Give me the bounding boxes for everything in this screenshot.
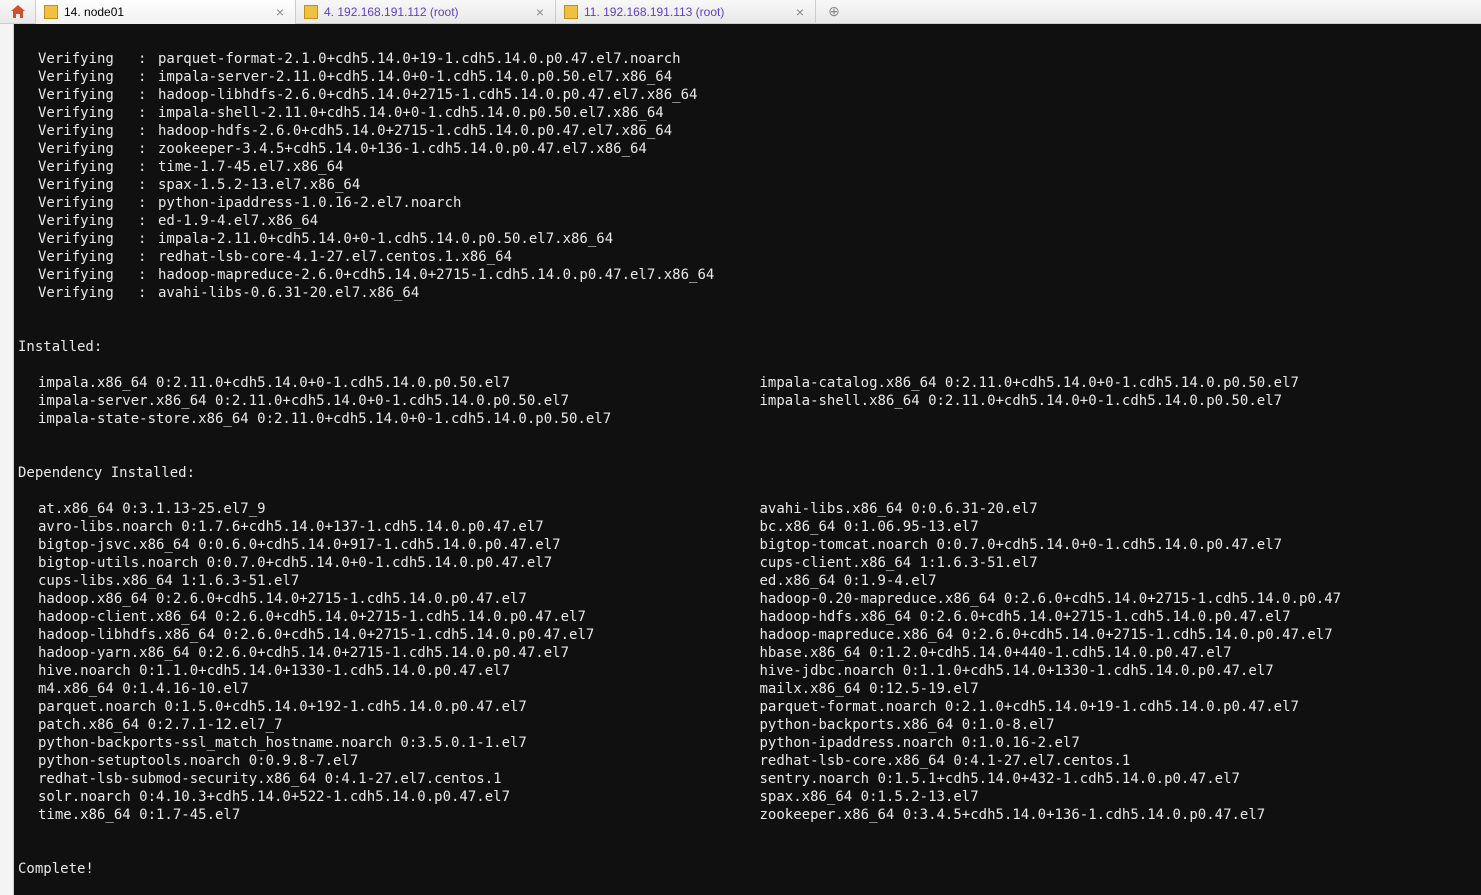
dependency-item: bigtop-utils.noarch 0:0.7.0+cdh5.14.0+0-… [38, 554, 760, 572]
terminal-icon [304, 5, 318, 19]
dependency-item: cups-libs.x86_64 1:1.6.3-51.el7 [38, 572, 760, 590]
complete-message: Complete! [18, 860, 1481, 878]
verify-line: Verifying: impala-server-2.11.0+cdh5.14.… [18, 68, 1481, 86]
installed-item: impala-server.x86_64 0:2.11.0+cdh5.14.0+… [38, 392, 760, 410]
dependency-item: bc.x86_64 0:1.06.95-13.el7 [760, 518, 1481, 536]
close-icon[interactable]: × [533, 5, 547, 19]
verify-line: Verifying: hadoop-mapreduce-2.6.0+cdh5.1… [18, 266, 1481, 284]
dependency-item: patch.x86_64 0:2.7.1-12.el7_7 [38, 716, 760, 734]
installed-item: impala-shell.x86_64 0:2.11.0+cdh5.14.0+0… [760, 392, 1481, 410]
verify-line: Verifying: python-ipaddress-1.0.16-2.el7… [18, 194, 1481, 212]
terminal-icon [564, 5, 578, 19]
tab-label: 11. 192.168.191.113 (root) [584, 5, 793, 19]
tab-label: 14. node01 [64, 5, 273, 19]
dependency-item: python-backports.x86_64 0:1.0-8.el7 [760, 716, 1481, 734]
installed-list: impala.x86_64 0:2.11.0+cdh5.14.0+0-1.cdh… [18, 374, 1481, 428]
verify-line: Verifying: impala-shell-2.11.0+cdh5.14.0… [18, 104, 1481, 122]
dependency-item: sentry.noarch 0:1.5.1+cdh5.14.0+432-1.cd… [760, 770, 1481, 788]
tab-2[interactable]: 11. 192.168.191.113 (root)× [556, 0, 816, 24]
dependency-item: python-setuptools.noarch 0:0.9.8-7.el7 [38, 752, 760, 770]
dependency-item: mailx.x86_64 0:12.5-19.el7 [760, 680, 1481, 698]
dependency-item: avahi-libs.x86_64 0:0.6.31-20.el7 [760, 500, 1481, 518]
dependency-item: redhat-lsb-core.x86_64 0:4.1-27.el7.cent… [760, 752, 1481, 770]
dependency-item: hive.noarch 0:1.1.0+cdh5.14.0+1330-1.cdh… [38, 662, 760, 680]
dependency-item: zookeeper.x86_64 0:3.4.5+cdh5.14.0+136-1… [760, 806, 1481, 824]
verify-line: Verifying: hadoop-hdfs-2.6.0+cdh5.14.0+2… [18, 122, 1481, 140]
verify-line: Verifying: spax-1.5.2-13.el7.x86_64 [18, 176, 1481, 194]
dependency-item: hadoop.x86_64 0:2.6.0+cdh5.14.0+2715-1.c… [38, 590, 760, 608]
dependency-item: hadoop-client.x86_64 0:2.6.0+cdh5.14.0+2… [38, 608, 760, 626]
installed-item: impala.x86_64 0:2.11.0+cdh5.14.0+0-1.cdh… [38, 374, 760, 392]
dependency-item: m4.x86_64 0:1.4.16-10.el7 [38, 680, 760, 698]
dependency-item: python-ipaddress.noarch 0:1.0.16-2.el7 [760, 734, 1481, 752]
dependency-item: avro-libs.noarch 0:1.7.6+cdh5.14.0+137-1… [38, 518, 760, 536]
dependency-item: parquet-format.noarch 0:2.1.0+cdh5.14.0+… [760, 698, 1481, 716]
dependency-item: hive-jdbc.noarch 0:1.1.0+cdh5.14.0+1330-… [760, 662, 1481, 680]
dependency-item: spax.x86_64 0:1.5.2-13.el7 [760, 788, 1481, 806]
verify-line: Verifying: hadoop-libhdfs-2.6.0+cdh5.14.… [18, 86, 1481, 104]
dependency-item: hadoop-0.20-mapreduce.x86_64 0:2.6.0+cdh… [760, 590, 1481, 608]
verify-line: Verifying: time-1.7-45.el7.x86_64 [18, 158, 1481, 176]
dependency-item: hadoop-hdfs.x86_64 0:2.6.0+cdh5.14.0+271… [760, 608, 1481, 626]
dependency-item: at.x86_64 0:3.1.13-25.el7_9 [38, 500, 760, 518]
dependency-item: ed.x86_64 0:1.9-4.el7 [760, 572, 1481, 590]
dependency-item: bigtop-tomcat.noarch 0:0.7.0+cdh5.14.0+0… [760, 536, 1481, 554]
close-icon[interactable]: × [273, 5, 287, 19]
new-tab-button[interactable]: ⊕ [816, 0, 852, 24]
installed-item [760, 410, 1481, 428]
verify-line: Verifying: impala-2.11.0+cdh5.14.0+0-1.c… [18, 230, 1481, 248]
tab-label: 4. 192.168.191.112 (root) [324, 5, 533, 19]
tab-bar: 14. node01×4. 192.168.191.112 (root)×11.… [0, 0, 1481, 24]
dependency-item: hbase.x86_64 0:1.2.0+cdh5.14.0+440-1.cdh… [760, 644, 1481, 662]
dependency-item: parquet.noarch 0:1.5.0+cdh5.14.0+192-1.c… [38, 698, 760, 716]
dependency-item: bigtop-jsvc.x86_64 0:0.6.0+cdh5.14.0+917… [38, 536, 760, 554]
tab-1[interactable]: 4. 192.168.191.112 (root)× [296, 0, 556, 24]
dependency-list: at.x86_64 0:3.1.13-25.el7_9avahi-libs.x8… [18, 500, 1481, 824]
dependency-header: Dependency Installed: [18, 464, 1481, 482]
dependency-item: hadoop-yarn.x86_64 0:2.6.0+cdh5.14.0+271… [38, 644, 760, 662]
tab-0[interactable]: 14. node01× [36, 0, 296, 24]
dependency-item: python-backports-ssl_match_hostname.noar… [38, 734, 760, 752]
verify-line: Verifying: ed-1.9-4.el7.x86_64 [18, 212, 1481, 230]
terminal-output[interactable]: Verifying: parquet-format-2.1.0+cdh5.14.… [14, 24, 1481, 895]
dependency-item: time.x86_64 0:1.7-45.el7 [38, 806, 760, 824]
verify-line: Verifying: avahi-libs-0.6.31-20.el7.x86_… [18, 284, 1481, 302]
close-icon[interactable]: × [793, 5, 807, 19]
installed-item: impala-state-store.x86_64 0:2.11.0+cdh5.… [38, 410, 760, 428]
dependency-item: cups-client.x86_64 1:1.6.3-51.el7 [760, 554, 1481, 572]
dependency-item: redhat-lsb-submod-security.x86_64 0:4.1-… [38, 770, 760, 788]
dependency-item: hadoop-libhdfs.x86_64 0:2.6.0+cdh5.14.0+… [38, 626, 760, 644]
home-icon [10, 4, 26, 20]
verify-line: Verifying: parquet-format-2.1.0+cdh5.14.… [18, 50, 1481, 68]
dependency-item: hadoop-mapreduce.x86_64 0:2.6.0+cdh5.14.… [760, 626, 1481, 644]
terminal-icon [44, 5, 58, 19]
installed-header: Installed: [18, 338, 1481, 356]
verify-line: Verifying: redhat-lsb-core-4.1-27.el7.ce… [18, 248, 1481, 266]
installed-item: impala-catalog.x86_64 0:2.11.0+cdh5.14.0… [760, 374, 1481, 392]
dependency-item: solr.noarch 0:4.10.3+cdh5.14.0+522-1.cdh… [38, 788, 760, 806]
left-gutter [0, 24, 14, 895]
home-button[interactable] [0, 0, 36, 24]
verify-line: Verifying: zookeeper-3.4.5+cdh5.14.0+136… [18, 140, 1481, 158]
